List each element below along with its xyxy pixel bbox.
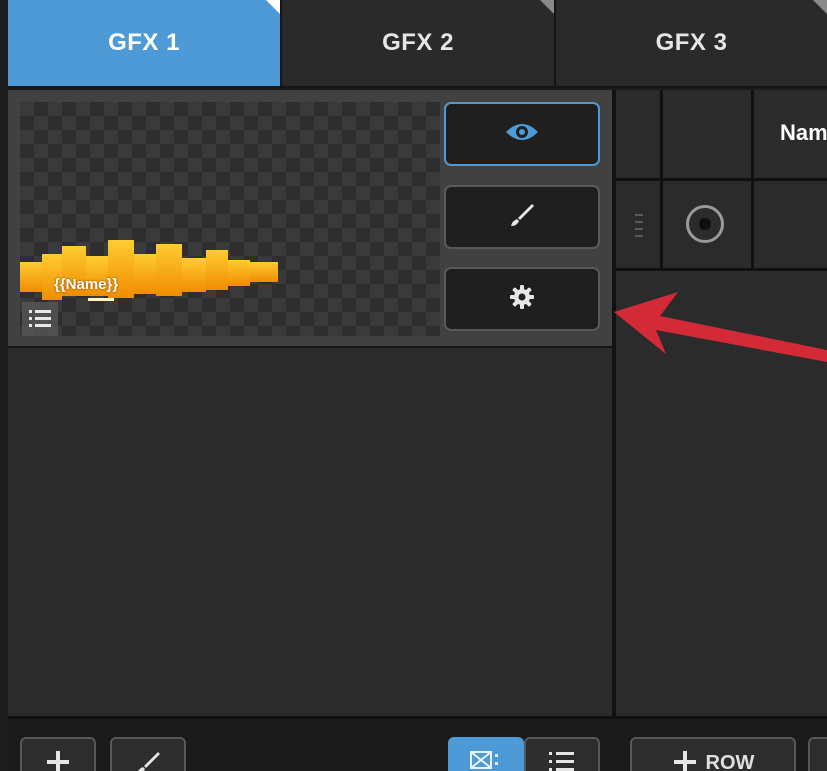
tab-corner-marker (266, 0, 280, 14)
data-table-panel: Nam (616, 90, 827, 716)
list-icon[interactable] (22, 302, 58, 336)
plus-icon (45, 749, 71, 771)
eye-icon (504, 120, 540, 149)
gear-icon (509, 284, 535, 315)
preview-button[interactable] (444, 102, 600, 166)
tab-gfx-2[interactable]: GFX 2 (282, 0, 554, 86)
add-row-button[interactable]: ROW (630, 737, 796, 771)
tab-gfx-3[interactable]: GFX 3 (556, 0, 827, 86)
add-row-label: ROW (705, 752, 755, 771)
list-view-button[interactable] (524, 737, 600, 771)
thumbnail-view-button[interactable] (448, 737, 524, 771)
tab-corner-marker (813, 0, 827, 14)
graphic-thumbnail[interactable]: {{Name}} (20, 102, 440, 336)
list-view-icon (547, 749, 577, 771)
edit-graphic-button[interactable] (444, 185, 600, 249)
gfx-tab-bar: GFX 1 GFX 2 GFX 3 (8, 0, 827, 88)
tab-label: GFX 3 (655, 29, 728, 56)
grid-view-icon (469, 749, 503, 771)
plus-icon (672, 749, 698, 771)
name-column-header[interactable]: Nam (780, 120, 827, 146)
toolbar-button-clipped[interactable] (808, 737, 827, 771)
edit-graphic-button-bottom[interactable] (110, 737, 186, 771)
lower-third-graphic (20, 240, 280, 310)
graphic-name-placeholder: {{Name}} (54, 276, 119, 293)
table-grid-line (616, 178, 827, 181)
graphic-item[interactable]: {{Name}} (8, 90, 612, 348)
graphic-subtitle-line (88, 298, 114, 301)
bottom-toolbar: ROW (8, 716, 827, 771)
row-select-radio[interactable] (686, 205, 724, 243)
tab-label: GFX 2 (382, 29, 454, 56)
tab-label: GFX 1 (108, 29, 180, 56)
graphics-list-panel: {{Name}} (8, 90, 612, 716)
brush-icon (134, 749, 162, 771)
add-graphic-button[interactable] (20, 737, 96, 771)
gfx-app: GFX 1 GFX 2 GFX 3 {{Name}} Nam ROW (0, 0, 827, 771)
brush-icon (508, 201, 536, 234)
row-drag-handle-icon[interactable] (634, 212, 644, 240)
tab-gfx-1[interactable]: GFX 1 (8, 0, 280, 86)
table-grid-line (616, 268, 827, 271)
graphic-settings-button[interactable] (444, 267, 600, 331)
tab-corner-marker (540, 0, 554, 14)
